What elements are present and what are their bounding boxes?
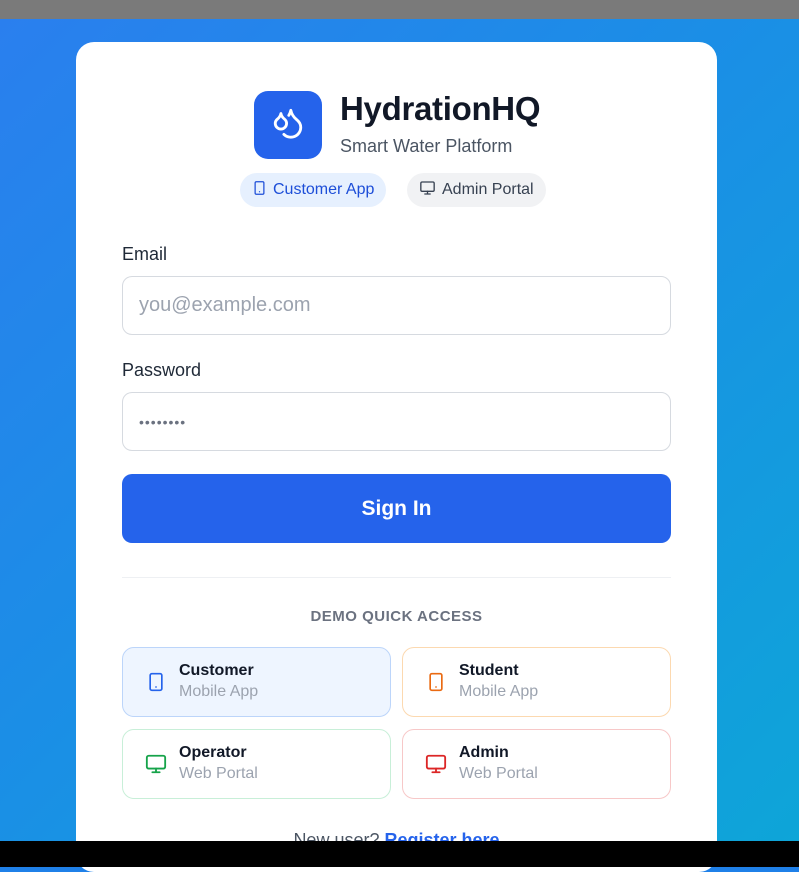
- tab-customer-app[interactable]: Customer App: [240, 173, 387, 207]
- demo-tile-subtitle: Mobile App: [459, 683, 539, 700]
- droplets-icon: [271, 106, 305, 145]
- smartphone-icon: [423, 670, 449, 694]
- monitor-icon: [423, 753, 449, 775]
- demo-tile-subtitle: Mobile App: [179, 683, 259, 700]
- password-label: Password: [122, 360, 202, 380]
- demo-tile-name: Customer: [179, 662, 254, 679]
- monitor-icon: [419, 180, 442, 201]
- demo-tile-name: Student: [459, 662, 519, 679]
- logo: [254, 91, 322, 159]
- demo-tile-operator[interactable]: Operator Web Portal: [122, 729, 391, 799]
- tab-admin-portal-label: Admin Portal: [442, 181, 534, 198]
- demo-tile-student[interactable]: Student Mobile App: [402, 647, 671, 717]
- demo-tile-subtitle: Web Portal: [179, 765, 258, 782]
- smartphone-icon: [252, 180, 273, 201]
- demo-tile-admin[interactable]: Admin Web Portal: [402, 729, 671, 799]
- brand-name: HydrationHQ: [340, 90, 541, 127]
- top-strip: [0, 0, 799, 19]
- demo-tile-subtitle: Web Portal: [459, 765, 538, 782]
- tab-customer-app-label: Customer App: [273, 181, 375, 198]
- email-field[interactable]: [122, 276, 671, 335]
- tab-admin-portal[interactable]: Admin Portal: [407, 173, 546, 207]
- bottom-strip: [0, 841, 799, 867]
- brand-subtitle: Smart Water Platform: [340, 136, 513, 156]
- demo-tile-name: Admin: [459, 744, 509, 761]
- email-label: Email: [122, 244, 168, 264]
- demo-quick-access-title: DEMO QUICK ACCESS: [310, 608, 483, 625]
- login-card: HydrationHQ Smart Water Platform Custome…: [76, 42, 717, 872]
- monitor-icon: [143, 753, 169, 775]
- demo-tile-customer[interactable]: Customer Mobile App: [122, 647, 391, 717]
- sign-in-button[interactable]: Sign In: [122, 474, 671, 543]
- demo-tile-name: Operator: [179, 744, 247, 761]
- divider: [122, 577, 671, 578]
- password-field[interactable]: [122, 392, 671, 451]
- smartphone-icon: [143, 670, 169, 694]
